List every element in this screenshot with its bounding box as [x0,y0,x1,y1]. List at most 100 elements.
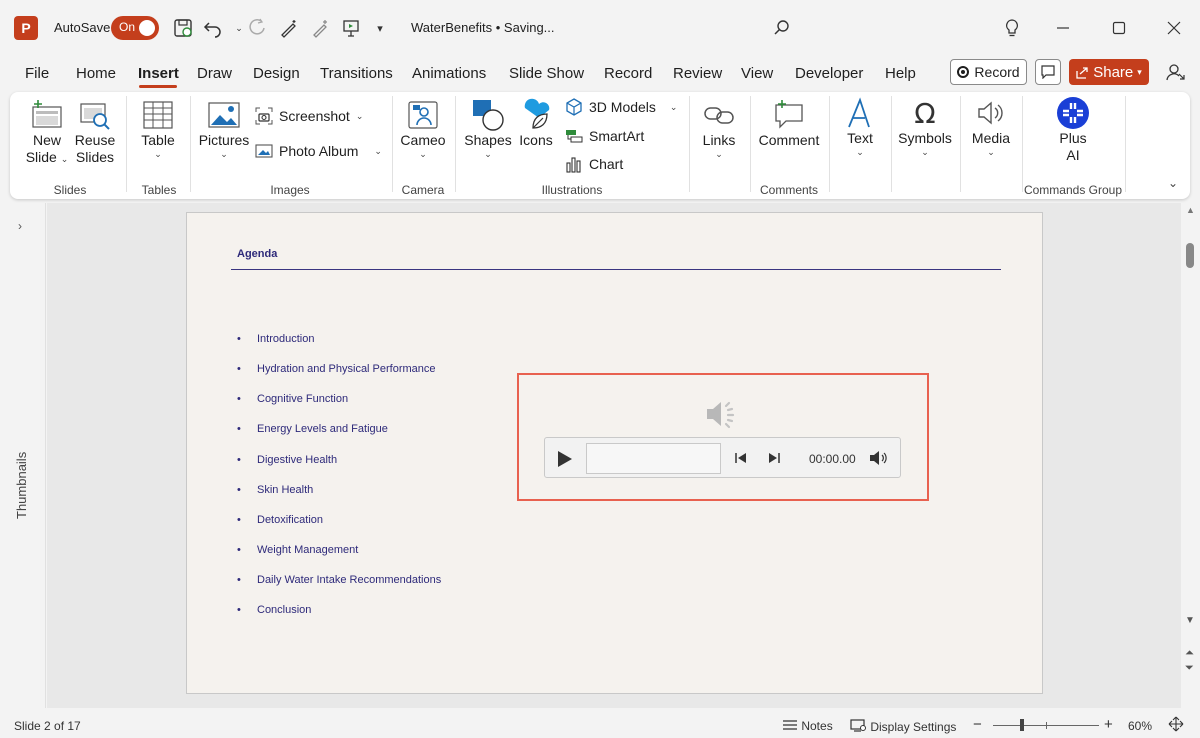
tab-insert[interactable]: Insert [138,65,179,82]
scrollbar-thumb[interactable] [1186,243,1194,268]
list-item[interactable]: • Detoxification [237,514,323,526]
audio-player: 00:00.00 [544,437,901,478]
pictures-button[interactable]: Pictures ⌄ [199,98,249,159]
comments-button[interactable] [1035,59,1061,85]
thumbnails-pane[interactable]: › Thumbnails [0,203,46,708]
autosave-toggle[interactable]: On [111,16,159,40]
fit-slide-button[interactable] [1168,716,1184,735]
text-button[interactable]: Text ⌄ [844,96,876,157]
slide-title[interactable]: Agenda [237,248,277,260]
tab-home[interactable]: Home [76,65,116,82]
plus-ai-icon [1056,96,1090,130]
expand-thumbnails-icon[interactable]: › [18,219,22,233]
reuse-slides-icon [78,98,112,132]
powerpoint-logo-icon: P [14,16,38,40]
scroll-up-icon[interactable]: ▲ [1186,205,1195,215]
search-icon[interactable] [768,14,796,42]
next-slide-icon[interactable]: ⏷ [1185,663,1194,674]
volume-button[interactable] [869,450,889,466]
play-button[interactable] [555,449,575,469]
previous-slide-icon[interactable]: ⏶ [1185,648,1194,659]
screenshot-button[interactable]: Screenshot ⌄ [255,107,363,125]
tab-developer[interactable]: Developer [795,65,863,82]
list-item[interactable]: • Cognitive Function [237,393,348,405]
tab-file[interactable]: File [25,65,49,82]
skip-forward-button[interactable] [766,450,782,466]
list-item[interactable]: • Digestive Health [237,454,337,466]
collapse-ribbon-icon[interactable]: ⌄ [1168,176,1178,190]
audio-progress-bar[interactable] [586,443,721,474]
ribbon-separator [960,96,961,192]
tab-transitions[interactable]: Transitions [320,65,393,82]
list-item[interactable]: • Skin Health [237,484,313,496]
table-button[interactable]: Table ⌄ [137,98,179,159]
icons-button[interactable]: Icons [516,98,556,149]
scroll-down-icon[interactable]: ▼ [1185,615,1195,626]
table-label: Table [141,132,175,148]
share-button[interactable]: Share ▾ [1069,59,1149,85]
shapes-button[interactable]: Shapes ⌄ [464,98,512,159]
links-button[interactable]: Links ⌄ [698,98,740,159]
close-icon[interactable] [1160,14,1188,42]
document-title[interactable]: WaterBenefits • Saving... [411,20,555,35]
list-item[interactable]: • Hydration and Physical Performance [237,363,436,375]
list-item-text: Hydration and Physical Performance [257,363,436,375]
notes-button[interactable]: Notes [782,719,833,733]
tab-draw[interactable]: Draw [197,65,232,82]
tab-slide-show[interactable]: Slide Show [509,65,584,82]
redo-icon[interactable] [243,14,271,42]
tab-help[interactable]: Help [885,65,916,82]
symbols-button[interactable]: Ω Symbols ⌄ [898,96,952,158]
volume-icon [870,451,887,465]
format-painter-icon[interactable] [307,14,335,42]
list-item[interactable]: • Introduction [237,333,314,345]
tab-view[interactable]: View [741,65,773,82]
photo-album-label: Photo Album [279,143,359,159]
comment-button[interactable]: Comment [759,98,819,149]
zoom-slider-thumb[interactable] [1020,719,1024,731]
zoom-level[interactable]: 60% [1128,719,1152,733]
list-item-text: Cognitive Function [257,393,349,405]
maximize-icon[interactable] [1105,14,1133,42]
reuse-slides-button[interactable]: Reuse Slides [72,98,118,166]
lightbulb-icon[interactable] [998,14,1026,42]
group-label-tables: Tables [141,183,177,197]
list-item[interactable]: • Daily Water Intake Recommendations [237,574,441,586]
save-icon[interactable] [169,14,197,42]
reuse-label-1: Reuse [74,132,116,148]
screenshot-icon [255,107,273,125]
tab-review[interactable]: Review [673,65,722,82]
plus-ai-label-1: Plus [1059,130,1087,146]
list-item[interactable]: • Conclusion [237,604,311,616]
zoom-in-button[interactable]: + [1104,716,1113,733]
chart-button[interactable]: Chart [565,155,623,173]
media-button[interactable]: Media ⌄ [970,96,1012,157]
cameo-button[interactable]: Cameo ⌄ [400,98,446,159]
undo-icon[interactable] [199,14,227,42]
record-button[interactable]: Record [950,59,1027,85]
omega-icon: Ω [914,96,936,130]
list-item[interactable]: • Energy Levels and Fatigue [237,423,388,435]
coauthoring-icon[interactable] [1163,60,1187,84]
plus-ai-button[interactable]: Plus AI [1052,96,1094,164]
vertical-scrollbar[interactable]: ▲ ▼ ⏶ ⏷ [1181,203,1200,708]
audio-speaker-icon[interactable] [704,398,740,430]
skip-back-button[interactable] [733,450,749,466]
customize-toolbar-icon[interactable]: ▾ [366,14,394,42]
photo-album-button[interactable]: Photo Album ⌄ [255,142,382,160]
presentation-icon[interactable] [337,14,365,42]
tab-record[interactable]: Record [604,65,652,82]
slide-counter: Slide 2 of 17 [14,719,81,733]
tab-animations[interactable]: Animations [412,65,486,82]
draw-pen-icon[interactable] [275,14,303,42]
minimize-icon[interactable] [1049,14,1077,42]
ribbon-separator [126,96,127,192]
new-slide-button[interactable]: New Slide ⌄ [22,98,72,166]
bullet-dot: • [237,544,241,556]
tab-design[interactable]: Design [253,65,300,82]
zoom-out-button[interactable]: − [973,716,982,733]
smartart-button[interactable]: SmartArt [565,127,644,145]
list-item[interactable]: • Weight Management [237,544,358,556]
3d-models-button[interactable]: 3D Models ⌄ [565,98,677,116]
display-settings-button[interactable]: Display Settings [850,719,956,734]
